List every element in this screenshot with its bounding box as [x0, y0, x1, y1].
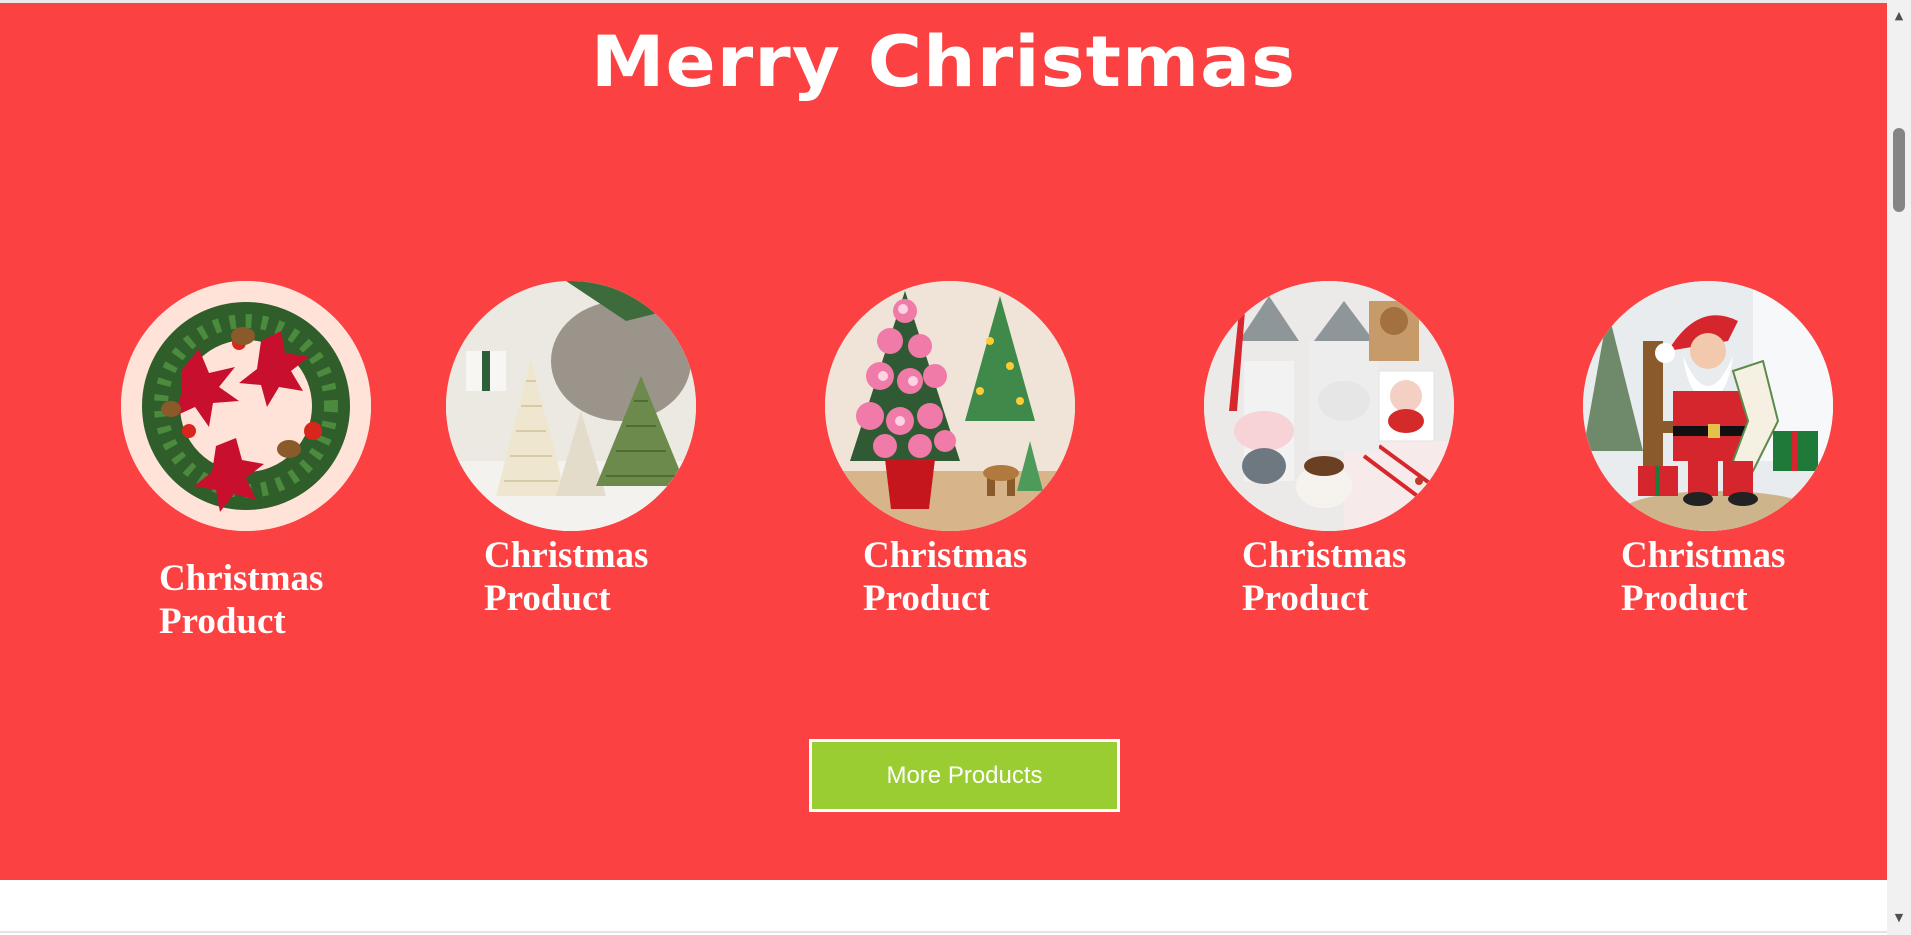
- product-label[interactable]: Christmas Product: [1242, 534, 1462, 620]
- product-label[interactable]: Christmas Product: [484, 534, 704, 620]
- more-products-button[interactable]: More Products: [809, 739, 1120, 812]
- product-label[interactable]: Christmas Product: [863, 534, 1083, 620]
- scroll-down-arrow-icon[interactable]: ▼: [1887, 908, 1911, 926]
- product-image-mugs[interactable]: [1204, 281, 1454, 531]
- product-label[interactable]: Christmas Product: [1621, 534, 1841, 620]
- product-image-wreath[interactable]: [121, 281, 371, 531]
- product-image-santa[interactable]: [1583, 281, 1833, 531]
- scrollbar-thumb[interactable]: [1893, 128, 1905, 212]
- product-image-paper-trees[interactable]: [446, 281, 696, 531]
- product-label[interactable]: Christmas Product: [159, 557, 379, 643]
- page-bottom-divider: [0, 931, 1887, 933]
- page-title: Merry Christmas: [590, 21, 1297, 103]
- vertical-scrollbar[interactable]: ▲ ▼: [1887, 0, 1911, 935]
- scroll-up-arrow-icon[interactable]: ▲: [1887, 6, 1911, 24]
- product-image-flower-tree[interactable]: [825, 281, 1075, 531]
